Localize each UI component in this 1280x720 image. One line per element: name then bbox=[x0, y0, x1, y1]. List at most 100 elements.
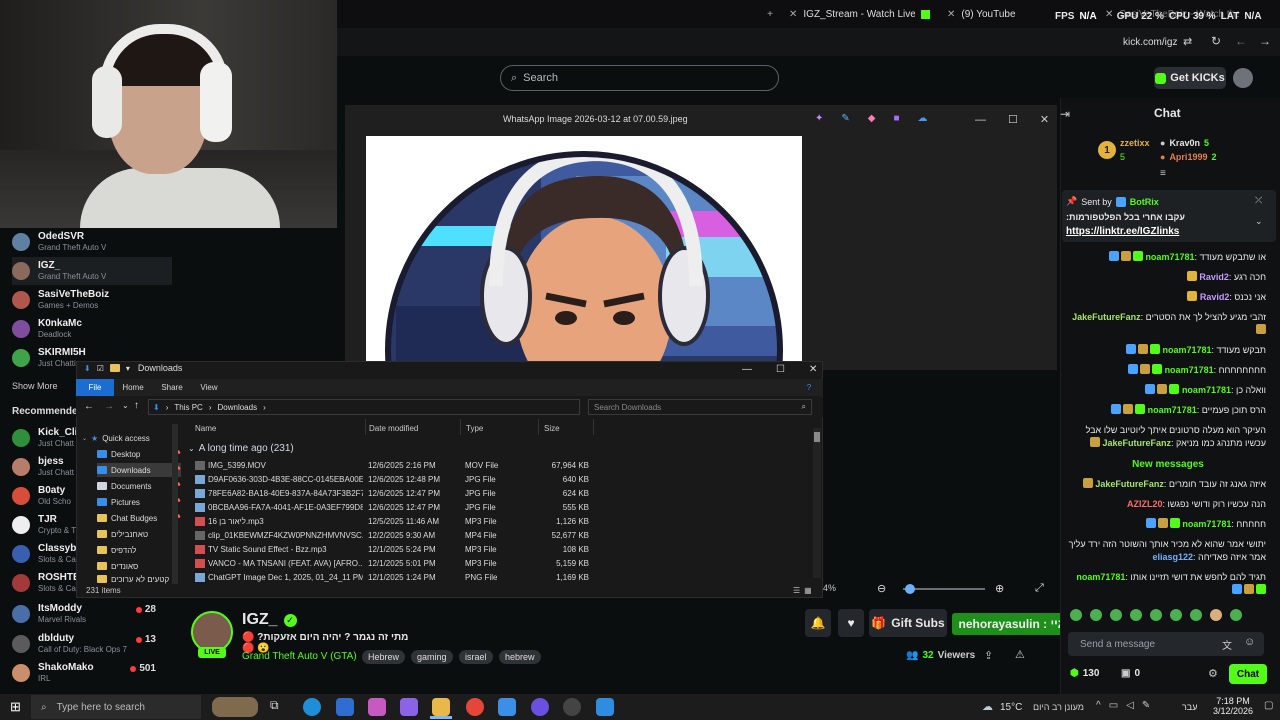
tiles-view-icon[interactable]: ▦ bbox=[804, 586, 812, 595]
send-chat-button[interactable]: Chat bbox=[1229, 664, 1267, 684]
sidebar-channel[interactable]: ItsModdy Marvel Rivals 28 bbox=[12, 600, 172, 628]
column-name[interactable]: Name bbox=[195, 424, 216, 433]
photos-icon[interactable] bbox=[596, 698, 614, 716]
emote-icon[interactable] bbox=[1150, 609, 1162, 621]
close-icon[interactable]: ✕ bbox=[809, 364, 817, 375]
network-icon[interactable]: ▭ bbox=[1109, 700, 1118, 711]
emote-icon[interactable] bbox=[1110, 609, 1122, 621]
avatar[interactable] bbox=[1233, 68, 1253, 88]
leaderboard-entry[interactable]: ● Apri1999 2 bbox=[1160, 152, 1216, 162]
nav-pictures[interactable]: Pictures📌 bbox=[97, 495, 181, 509]
onedrive-icon[interactable]: ☁ bbox=[918, 113, 928, 124]
nav-quick-access[interactable]: ⌄ ★ Quick access bbox=[82, 431, 172, 445]
weather-description[interactable]: מעונן רב היום bbox=[1033, 702, 1084, 712]
chrome-icon[interactable] bbox=[466, 698, 484, 716]
tab-kick-stream[interactable]: ✕ IGZ_Stream - Watch Live on K bbox=[789, 4, 939, 24]
sidebar-channel[interactable]: OdedSVR Grand Theft Auto V bbox=[12, 228, 172, 256]
forward-icon[interactable]: → bbox=[104, 401, 114, 412]
search-highlight-icon[interactable] bbox=[212, 697, 258, 717]
kicks-balance[interactable]: ⬢ 130 bbox=[1070, 668, 1099, 679]
nav-downloads[interactable]: Downloads📌 bbox=[97, 463, 181, 477]
emote-icon[interactable] bbox=[1090, 609, 1102, 621]
edge-icon[interactable] bbox=[303, 698, 321, 716]
search-input[interactable]: ⌕ Search bbox=[500, 65, 779, 91]
minimize-icon[interactable]: — bbox=[742, 364, 752, 375]
maximize-icon[interactable]: ☐ bbox=[1008, 113, 1018, 126]
tag[interactable]: Hebrew bbox=[362, 650, 406, 664]
file-row[interactable]: VANCO - MA TNSANI (FEAT. AVA) [AFRO... 12… bbox=[195, 557, 615, 571]
tag[interactable]: israel bbox=[459, 650, 493, 664]
chevron-down-icon[interactable]: ⌄ bbox=[1255, 216, 1263, 227]
help-icon[interactable]: ? bbox=[800, 379, 818, 396]
task-view-icon[interactable]: ⧉ bbox=[270, 698, 288, 716]
chevron-up-icon[interactable]: ^ bbox=[1096, 700, 1101, 711]
close-icon[interactable]: ✕ bbox=[789, 9, 797, 20]
collapse-chat-icon[interactable]: ⇥ bbox=[1060, 107, 1070, 121]
stream-category[interactable]: Grand Theft Auto V (GTA) bbox=[242, 651, 357, 662]
details-view-icon[interactable]: ☰ bbox=[793, 586, 800, 595]
notification-button[interactable]: 🔔 bbox=[805, 609, 831, 637]
nav-scrollbar[interactable] bbox=[172, 424, 178, 584]
tag[interactable]: gaming bbox=[411, 650, 453, 664]
store-icon[interactable] bbox=[336, 698, 354, 716]
minimize-icon[interactable]: — bbox=[975, 114, 986, 126]
sidebar-channel[interactable]: ShakoMako IRL 501 bbox=[12, 659, 172, 687]
tab-home[interactable]: Home bbox=[116, 379, 150, 396]
zoom-in-icon[interactable]: ⊕ bbox=[995, 582, 1004, 595]
tag[interactable]: hebrew bbox=[499, 650, 541, 664]
file-row[interactable]: 0BCBAA96-FA7A-4041-AF1E-0A3EF799D8... 12/… bbox=[195, 501, 615, 515]
chat-message-input[interactable]: Send a message bbox=[1068, 632, 1264, 656]
file-list-scrollbar[interactable] bbox=[813, 428, 821, 578]
column-type[interactable]: Type bbox=[466, 424, 483, 433]
edit-icon[interactable]: ✎ bbox=[841, 113, 849, 124]
nav-folder[interactable]: טאחנבילים bbox=[97, 527, 181, 541]
volume-icon[interactable]: ◁ bbox=[1126, 700, 1134, 711]
copilot-icon[interactable] bbox=[368, 698, 386, 716]
app-icon[interactable] bbox=[498, 698, 516, 716]
sidebar-channel[interactable]: SasiVeTheBoiz Games + Demos bbox=[12, 286, 172, 314]
up-icon[interactable]: ↑ bbox=[134, 400, 139, 411]
file-group-header[interactable]: ⌄ A long time ago (231) bbox=[188, 443, 294, 454]
share-icon[interactable]: ⇪ bbox=[984, 649, 993, 662]
address-bar[interactable]: ⬇ › This PC › Downloads › bbox=[148, 399, 580, 415]
nav-folder[interactable]: סאונדים bbox=[97, 559, 181, 573]
emote-icon[interactable] bbox=[1230, 609, 1242, 621]
maximize-icon[interactable]: ☐ bbox=[776, 364, 785, 375]
close-icon[interactable]: ✕ bbox=[947, 9, 955, 20]
emote-icon[interactable] bbox=[1190, 609, 1202, 621]
taskbar-search-input[interactable]: ⌕ Type here to search bbox=[31, 695, 201, 719]
properties-icon[interactable]: ☑ bbox=[97, 364, 104, 373]
expand-icon[interactable]: ≡ bbox=[1160, 168, 1166, 179]
zoom-slider-handle[interactable] bbox=[905, 584, 915, 594]
column-date[interactable]: Date modified bbox=[369, 424, 418, 433]
sidebar-channel[interactable]: dblduty Call of Duty: Black Ops 7 13 bbox=[12, 630, 172, 658]
obs-icon[interactable] bbox=[563, 698, 581, 716]
reload-icon[interactable]: ↻ bbox=[1211, 34, 1221, 48]
share-icon[interactable]: ⇄ bbox=[1183, 35, 1192, 48]
translate-icon[interactable]: 文 bbox=[1222, 637, 1232, 652]
emote-icon[interactable] bbox=[1170, 609, 1182, 621]
close-icon[interactable]: ✕ bbox=[1040, 113, 1049, 126]
column-size[interactable]: Size bbox=[544, 424, 560, 433]
file-row[interactable]: 78FE6A82-BA18-40E9-837A-84A73F3B2F7... 12… bbox=[195, 487, 615, 501]
nav-documents[interactable]: Documents📌 bbox=[97, 479, 181, 493]
gear-icon[interactable]: ⚙ bbox=[1208, 667, 1218, 680]
unpin-icon[interactable]: ⤫ bbox=[1255, 195, 1262, 206]
recent-locations-icon[interactable]: ⌄ bbox=[122, 401, 129, 410]
forward-icon[interactable]: → bbox=[1259, 34, 1271, 48]
back-icon[interactable]: ← bbox=[84, 401, 94, 412]
pinned-link[interactable]: https://linktr.ee/IGZlinks bbox=[1066, 226, 1179, 237]
input-language[interactable]: עבר bbox=[1182, 702, 1197, 712]
file-row[interactable]: clip_01KBEWMZF4KZW0PNNZHMVNVSC... 12/2/20… bbox=[195, 529, 615, 543]
subs-balance[interactable]: ▣ 0 bbox=[1121, 668, 1140, 679]
show-more-link[interactable]: Show More bbox=[12, 381, 58, 391]
leaderboard-user[interactable]: zzetixx bbox=[1120, 138, 1150, 148]
file-row[interactable]: D9AF0636-303D-4B3E-88CC-0145EBA00E... 12/… bbox=[195, 473, 615, 487]
new-messages-divider[interactable]: New messages bbox=[1062, 457, 1274, 471]
back-icon[interactable]: ← bbox=[1235, 34, 1247, 48]
file-row[interactable]: ChatGPT Image Dec 1, 2025, 01_24_11 PM..… bbox=[195, 571, 615, 585]
emoji-icon[interactable]: ☺ bbox=[1244, 636, 1255, 648]
get-kicks-button[interactable]: Get KICKs bbox=[1154, 67, 1226, 89]
file-row[interactable]: ליאור בן 16.mp3 12/5/2025 11:46 AM MP3 Fil… bbox=[195, 515, 615, 529]
streamer-name[interactable]: IGZ_ bbox=[242, 611, 278, 629]
